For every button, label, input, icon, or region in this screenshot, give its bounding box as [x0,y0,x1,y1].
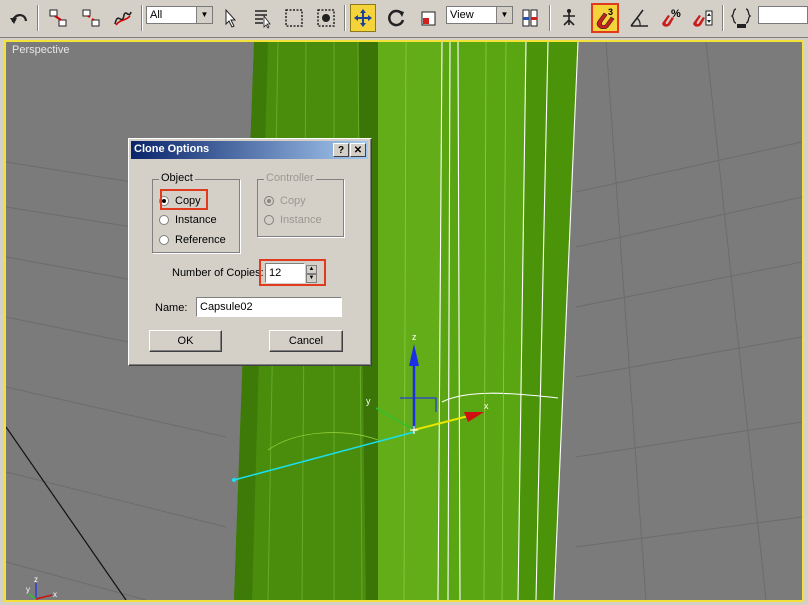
unlink-icon [82,9,100,27]
controller-instance-radio[interactable]: Instance [264,213,322,227]
window-crossing-icon [317,9,335,27]
angle-snap-button[interactable] [626,4,652,32]
drag-start-point [232,478,236,482]
name-input[interactable]: Capsule02 [196,297,342,317]
world-axis-line [6,426,127,600]
object-reference-radio[interactable]: Reference [159,233,226,247]
controller-copy-radio[interactable]: Copy [264,194,306,208]
dialog-title: Clone Options [134,143,210,155]
chevron-down-icon: ▼ [196,7,212,23]
unlink-selection-button[interactable] [78,4,104,32]
select-by-name-button[interactable] [249,4,275,32]
arrow-cursor-icon [225,8,237,28]
clone-options-dialog: Clone Options ? ✕ Object Copy Instance R… [128,138,372,366]
close-button[interactable]: ✕ [350,143,366,157]
select-and-link-button[interactable] [45,4,71,32]
reference-coordinate-dropdown[interactable]: View ▼ [446,6,513,24]
radio-icon [264,196,274,206]
dialog-titlebar[interactable]: Clone Options ? ✕ [131,141,368,159]
rectangle-selection-icon [285,9,303,27]
gizmo-x-label: x [484,401,489,411]
percent-snap-button[interactable]: % [658,4,684,32]
controller-copy-label: Copy [280,195,306,207]
radio-icon [159,235,169,245]
close-icon: ✕ [353,144,363,156]
angle-snap-icon [630,9,648,27]
object-group-label: Object [159,172,195,184]
tripod-z-label: z [34,575,38,584]
toolbar-separator [549,5,551,31]
snaps-mode-badge: 3 [608,7,613,17]
viewport-label[interactable]: Perspective [12,44,69,56]
manipulate-icon [563,9,575,26]
object-instance-label: Instance [175,214,217,226]
radio-icon [264,215,274,225]
gizmo-y-label: y [366,396,371,406]
help-button[interactable]: ? [333,143,349,157]
capsule02-object[interactable] [378,42,579,600]
radio-icon [159,215,169,225]
copy-highlight-box [160,189,208,210]
undo-button[interactable] [6,4,32,32]
perspective-viewport[interactable]: z x y Perspective z x y [4,40,804,602]
tripod-y-label: y [26,585,30,594]
toolbar-separator [37,5,39,31]
name-label: Name: [155,302,188,314]
spinner-snap-icon [693,10,713,27]
toolbar-separator [722,5,724,31]
move-icon [354,9,372,27]
rotate-icon [388,9,405,27]
help-icon: ? [337,144,345,156]
copies-highlight-box [259,259,326,286]
select-and-scale-button[interactable] [416,4,442,32]
spinner-snap-button[interactable] [690,4,716,32]
controller-groupbox: Controller Copy Instance [257,172,344,237]
main-toolbar: All ▼ View ▼ 3 % [0,0,808,38]
gizmo-z-label: z [412,332,417,342]
undo-icon [10,14,28,24]
controller-group-label: Controller [264,172,316,184]
toolbar-separator [344,5,346,31]
world-axis-tripod: z x y [26,575,57,600]
named-selection-input[interactable] [758,6,808,24]
percent-snap-icon: % [662,8,681,27]
selection-filter-value: All [150,9,163,21]
select-object-button[interactable] [218,4,244,32]
object-reference-label: Reference [175,234,226,246]
named-selection-icon [730,8,752,28]
toolbar-separator [141,5,143,31]
scale-icon [421,11,436,26]
pivot-center-icon [522,9,538,27]
select-and-rotate-button[interactable] [383,4,409,32]
chevron-down-icon: ▼ [496,7,512,23]
magnet-snap-icon: 3 [596,7,615,29]
window-crossing-button[interactable] [313,4,339,32]
space-warp-icon [114,11,132,26]
object-instance-radio[interactable]: Instance [159,213,217,227]
edit-named-selections-button[interactable] [728,4,754,32]
percent-label: % [671,8,681,20]
number-of-copies-label: Number of Copies: [172,267,264,279]
bind-to-space-warp-button[interactable] [110,4,136,32]
snaps-toggle-button[interactable]: 3 [591,3,619,33]
select-and-move-button[interactable] [350,4,376,32]
ok-button[interactable]: OK [149,330,222,352]
reference-coordinate-value: View [450,9,474,21]
rectangular-selection-button[interactable] [281,4,307,32]
select-by-name-icon [255,10,271,29]
scene-canvas[interactable]: z x y [6,42,802,600]
selection-filter-dropdown[interactable]: All ▼ [146,6,213,24]
select-and-manipulate-button[interactable] [556,4,582,32]
controller-instance-label: Instance [280,214,322,226]
cancel-button[interactable]: Cancel [269,330,343,352]
use-pivot-center-button[interactable] [517,4,543,32]
tripod-x-label: x [53,590,57,599]
link-icon [49,9,67,27]
